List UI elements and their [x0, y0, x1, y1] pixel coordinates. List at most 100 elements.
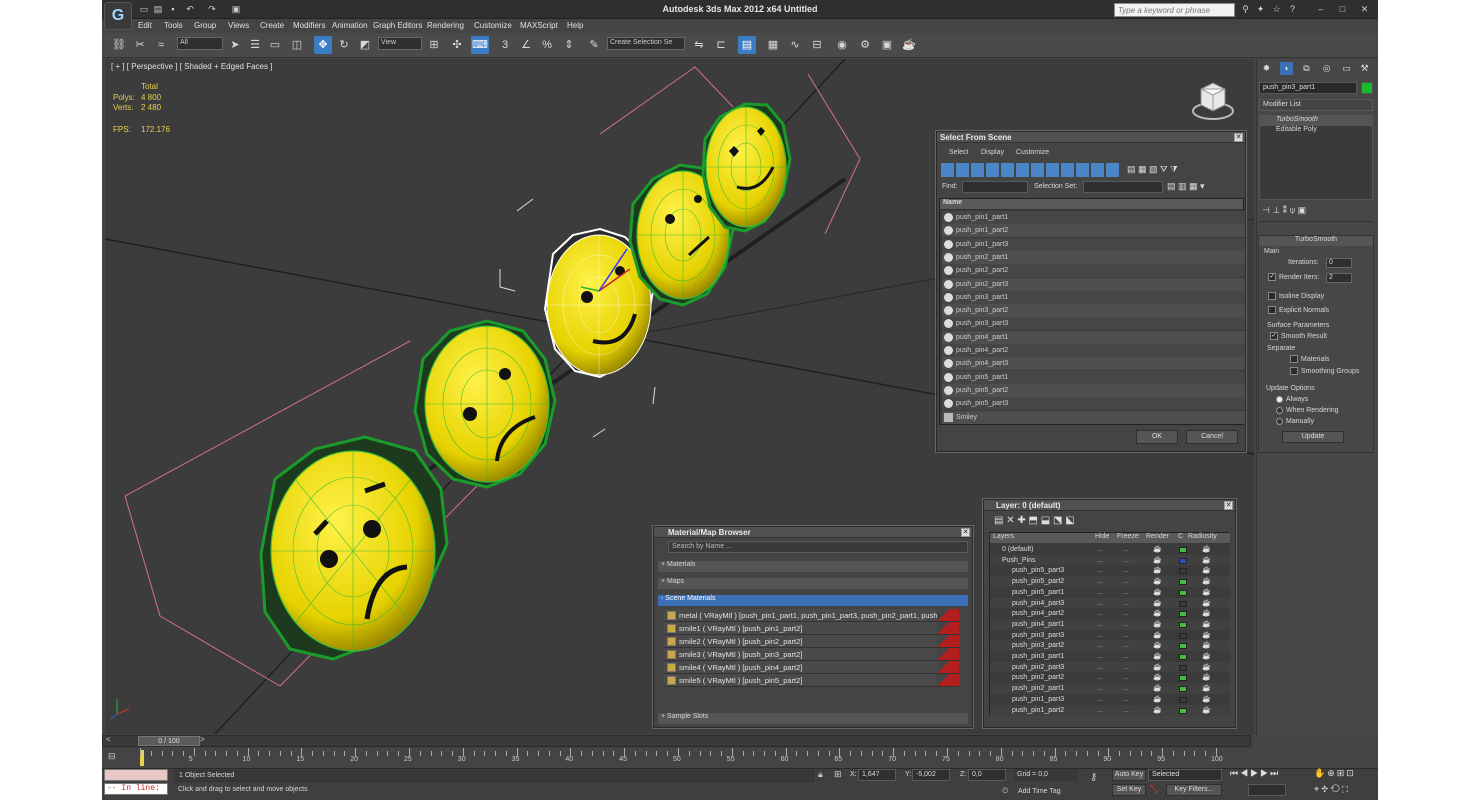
material-editor-icon[interactable]: ◉ — [833, 36, 851, 54]
layer-row[interactable]: Push_Pins...... ☕ ☕ — [990, 554, 1230, 567]
find-input[interactable] — [962, 181, 1028, 193]
absolute-offset-icon[interactable]: ⊞ — [834, 769, 842, 780]
radiosity-teapot-icon[interactable]: ☕ — [1202, 683, 1211, 692]
layer-row[interactable]: push_pin2_part2...... ☕ ☕ — [990, 672, 1230, 684]
tab-customize[interactable]: Customize — [1016, 149, 1049, 156]
menu-maxscript[interactable]: MAXScript — [520, 21, 558, 30]
header-hide[interactable]: Hide — [1095, 533, 1109, 540]
list-item[interactable]: push_pin4_part3 — [942, 357, 1245, 371]
redo-icon[interactable]: ↷ — [206, 3, 218, 15]
layer-color-swatch[interactable] — [1179, 589, 1187, 596]
graphite-ribbon-icon[interactable]: ▦ — [764, 36, 782, 54]
layer-color-swatch[interactable] — [1179, 654, 1187, 660]
render-teapot-icon[interactable]: ☕ — [1153, 630, 1162, 639]
material-search-input[interactable]: Search by Name ... — [668, 541, 968, 553]
section-maps[interactable]: + Maps — [658, 578, 968, 589]
render-teapot-icon[interactable]: ☕ — [1153, 619, 1162, 628]
name-column-header[interactable]: Name — [940, 199, 1243, 210]
modify-tab-icon[interactable]: ◗ — [1280, 62, 1293, 75]
hide-toggle[interactable]: ... — [1097, 565, 1105, 574]
rendered-frame-window-icon[interactable]: ▣ — [878, 36, 896, 54]
hide-toggle[interactable]: ... — [1097, 694, 1105, 703]
list-item[interactable]: push_pin3_part3 — [942, 317, 1245, 331]
schematic-view-icon[interactable]: ⊟ — [808, 36, 826, 54]
freeze-toggle[interactable]: ... — [1123, 630, 1131, 639]
layer-color-swatch[interactable] — [1179, 621, 1187, 628]
layer-row[interactable]: push_pin4_part3...... ☕ ☕ — [990, 597, 1230, 609]
layer-color-swatch[interactable] — [1179, 696, 1187, 703]
section-materials[interactable]: + Materials — [658, 561, 968, 572]
display-filter-buttons[interactable] — [941, 163, 1121, 177]
list-item[interactable]: Smiley — [942, 410, 1245, 424]
ok-button[interactable]: OK — [1136, 430, 1178, 444]
menu-tools[interactable]: Tools — [164, 21, 183, 30]
selection-set-icons[interactable]: ▤ ▥ ▦ ▾ — [1167, 181, 1205, 192]
radiosity-teapot-icon[interactable]: ☕ — [1202, 640, 1211, 649]
freeze-toggle[interactable]: ... — [1123, 598, 1131, 607]
list-item[interactable]: push_pin5_part2 — [942, 383, 1245, 397]
list-item[interactable]: push_pin4_part2 — [942, 344, 1245, 357]
reference-coordinate-dropdown[interactable]: View — [378, 37, 422, 50]
key-mode-dropdown[interactable]: Selected — [1148, 769, 1222, 781]
render-teapot-icon[interactable]: ☕ — [1153, 651, 1162, 660]
prev-frame-icon[interactable]: < — [106, 735, 111, 744]
freeze-toggle[interactable]: ... — [1123, 555, 1131, 564]
close-icon[interactable]: ✕ — [1234, 133, 1243, 142]
render-teapot-icon[interactable]: ☕ — [1153, 555, 1162, 564]
snaps-toggle-icon[interactable]: 3 — [496, 36, 514, 54]
radiosity-teapot-icon[interactable]: ☕ — [1202, 576, 1211, 585]
undo-icon[interactable]: ↶ — [184, 3, 196, 15]
stack-tools-icons[interactable]: ⊣ ⊥ ⁑ ⍦ ▣ — [1262, 205, 1306, 216]
radiosity-teapot-icon[interactable]: ☕ — [1202, 662, 1211, 671]
header-radiosity[interactable]: Radiosity — [1188, 533, 1217, 540]
time-tag-icon[interactable]: ⏲ — [1002, 786, 1008, 796]
display-tab-icon[interactable]: ▭ — [1340, 62, 1353, 75]
smooth-result-checkbox[interactable]: ✓ — [1270, 332, 1278, 340]
freeze-toggle[interactable]: ... — [1123, 619, 1131, 628]
menu-help[interactable]: Help — [567, 21, 583, 30]
radiosity-teapot-icon[interactable]: ☕ — [1202, 630, 1211, 639]
section-scene-materials[interactable]: - Scene Materials — [658, 595, 968, 606]
freeze-toggle[interactable]: ... — [1123, 662, 1131, 671]
list-item[interactable]: push_pin5_part3 — [942, 397, 1245, 411]
bind-space-warp-icon[interactable]: ≈ — [152, 36, 170, 54]
next-frame-icon[interactable]: > — [200, 735, 205, 744]
layer-color-swatch[interactable] — [1179, 568, 1187, 575]
freeze-toggle[interactable]: ... — [1123, 640, 1131, 649]
always-radio[interactable] — [1276, 396, 1283, 403]
scale-icon[interactable]: ◩ — [356, 36, 374, 54]
playback-controls-icons[interactable]: ⏮◀▶▶⏭ — [1230, 768, 1280, 779]
render-iters-spinner[interactable]: 2 — [1326, 273, 1352, 283]
cancel-button[interactable]: Cancel — [1186, 430, 1238, 444]
search-input[interactable]: Type a keyword or phrase — [1114, 3, 1235, 17]
rectangular-selection-icon[interactable]: ▭ — [266, 36, 284, 54]
render-production-icon[interactable]: ☕ — [900, 36, 918, 54]
rotate-icon[interactable]: ↻ — [335, 36, 353, 54]
selection-filter-dropdown[interactable]: All — [177, 37, 223, 50]
layer-row[interactable]: 0 (default)...... ☕ ☕ — [990, 544, 1230, 556]
layer-row[interactable]: push_pin5_part1...... ☕ ☕ — [990, 586, 1230, 599]
time-slider-handle[interactable]: 0 / 100 — [138, 736, 200, 746]
layer-color-swatch[interactable] — [1179, 675, 1187, 682]
radiosity-teapot-icon[interactable]: ☕ — [1202, 651, 1211, 660]
stack-item-editable-poly[interactable]: Editable Poly — [1260, 126, 1372, 136]
freeze-toggle[interactable]: ... — [1123, 672, 1131, 681]
unlink-icon[interactable]: ✂ — [131, 36, 149, 54]
freeze-toggle[interactable]: ... — [1123, 565, 1131, 574]
add-time-tag[interactable]: Add Time Tag — [1018, 788, 1061, 795]
smiley-pin-2[interactable] — [413, 319, 557, 489]
radiosity-teapot-icon[interactable]: ☕ — [1202, 598, 1211, 607]
list-item[interactable]: push_pin1_part2 — [942, 224, 1245, 238]
selection-set-dropdown[interactable] — [1083, 181, 1163, 193]
render-teapot-icon[interactable]: ☕ — [1153, 587, 1162, 596]
list-item[interactable]: push_pin3_part1 — [942, 290, 1245, 304]
list-item[interactable]: push_pin5_part1 — [942, 370, 1245, 384]
layer-manager-icon[interactable]: ▤ — [738, 36, 756, 54]
object-color-swatch[interactable] — [1361, 82, 1373, 94]
z-coordinate-field[interactable]: 0,0 — [968, 769, 1006, 781]
curve-editor-icon[interactable]: ∿ — [786, 36, 804, 54]
separate-materials-checkbox[interactable] — [1290, 355, 1298, 363]
layer-row[interactable]: push_pin2_part1...... ☕ ☕ — [990, 683, 1230, 695]
object-list[interactable]: Name push_pin1_part1 push_pin1_part2 pus… — [939, 198, 1245, 425]
mirror-icon[interactable]: ⇋ — [690, 36, 708, 54]
